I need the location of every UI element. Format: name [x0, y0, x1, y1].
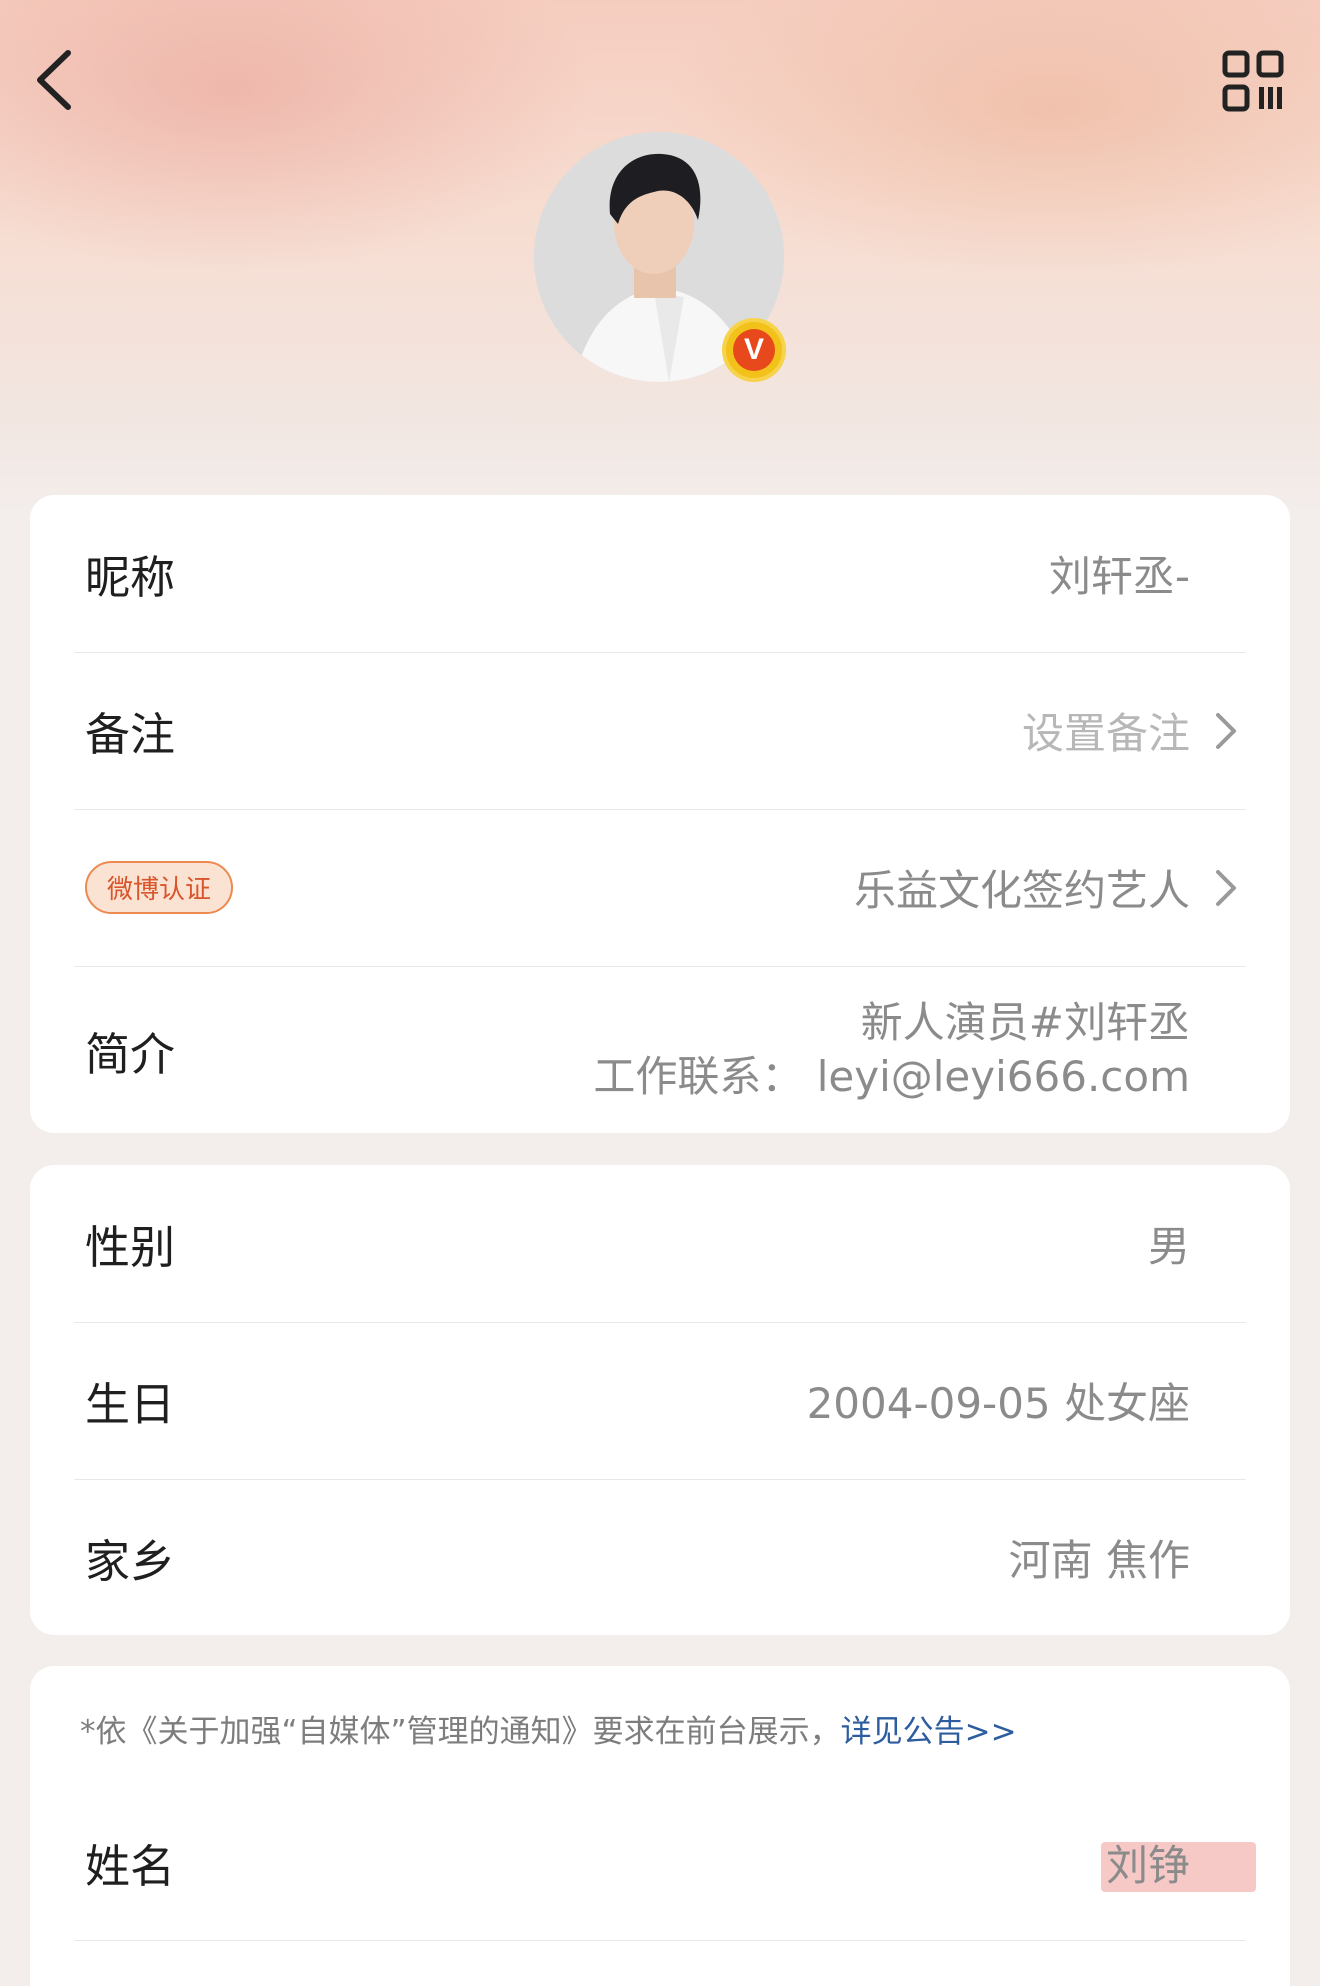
- name-value: 刘铮: [1105, 1841, 1190, 1890]
- personal-info-card: 性别 男 生日 2004-09-05 处女座 家乡 河南 焦作: [30, 1165, 1290, 1635]
- intro-line-2: 工作联系： leyi@leyi666.com: [593, 1052, 1190, 1101]
- qr-code-icon: [1222, 50, 1284, 112]
- remark-value: 设置备注: [1021, 709, 1190, 758]
- hometown-value: 河南 焦作: [1008, 1536, 1190, 1585]
- back-button[interactable]: [30, 45, 80, 115]
- basic-info-card: 昵称 刘轩丞- 备注 设置备注 微博认证 乐益文化签约艺人 简介 新人演员#刘轩…: [30, 495, 1290, 1133]
- remark-row[interactable]: 备注 设置备注: [30, 652, 1290, 809]
- birthday-row: 生日 2004-09-05 处女座: [30, 1322, 1290, 1479]
- verification-value: 乐益文化签约艺人: [853, 866, 1190, 915]
- notice-text: *依《关于加强“自媒体”管理的通知》要求在前台展示，: [80, 1714, 841, 1750]
- gender-label: 性别: [85, 1221, 176, 1274]
- qr-code-button[interactable]: [1222, 50, 1284, 112]
- remark-label: 备注: [85, 708, 176, 761]
- chevron-right-icon: [1216, 712, 1236, 749]
- name-row: 姓名 刘铮: [30, 1784, 1290, 1941]
- verified-badge-letter: V: [733, 329, 775, 371]
- nickname-row: 昵称 刘轩丞-: [30, 495, 1290, 652]
- gender-value: 男: [1147, 1222, 1190, 1271]
- intro-label: 简介: [85, 1027, 176, 1081]
- verified-badge-icon: V: [726, 322, 782, 378]
- name-label: 姓名: [85, 1840, 176, 1893]
- hometown-row: 家乡 河南 焦作: [30, 1479, 1290, 1636]
- nickname-value: 刘轩丞-: [1048, 552, 1190, 601]
- intro-row: 简介 新人演员#刘轩丞 工作联系： leyi@leyi666.com: [30, 966, 1290, 1134]
- intro-value: 新人演员#刘轩丞 工作联系： leyi@leyi666.com: [593, 996, 1190, 1104]
- birthday-label: 生日: [85, 1378, 176, 1431]
- verification-row[interactable]: 微博认证 乐益文化签约艺人: [30, 809, 1290, 966]
- announcement-link[interactable]: 详见公告>>: [841, 1714, 1017, 1750]
- intro-line-1: 新人演员#刘轩丞: [860, 998, 1190, 1047]
- birthday-value: 2004-09-05 处女座: [806, 1379, 1190, 1428]
- realname-card: *依《关于加强“自媒体”管理的通知》要求在前台展示，详见公告>> 姓名 刘铮: [30, 1666, 1290, 1986]
- chevron-right-icon: [1216, 869, 1236, 906]
- weibo-verified-tag: 微博认证: [85, 861, 234, 914]
- chevron-left-icon: [37, 50, 71, 110]
- nickname-label: 昵称: [85, 551, 176, 604]
- realname-notice: *依《关于加强“自媒体”管理的通知》要求在前台展示，详见公告>>: [80, 1706, 1017, 1751]
- hometown-label: 家乡: [85, 1535, 176, 1588]
- gender-row: 性别 男: [30, 1165, 1290, 1322]
